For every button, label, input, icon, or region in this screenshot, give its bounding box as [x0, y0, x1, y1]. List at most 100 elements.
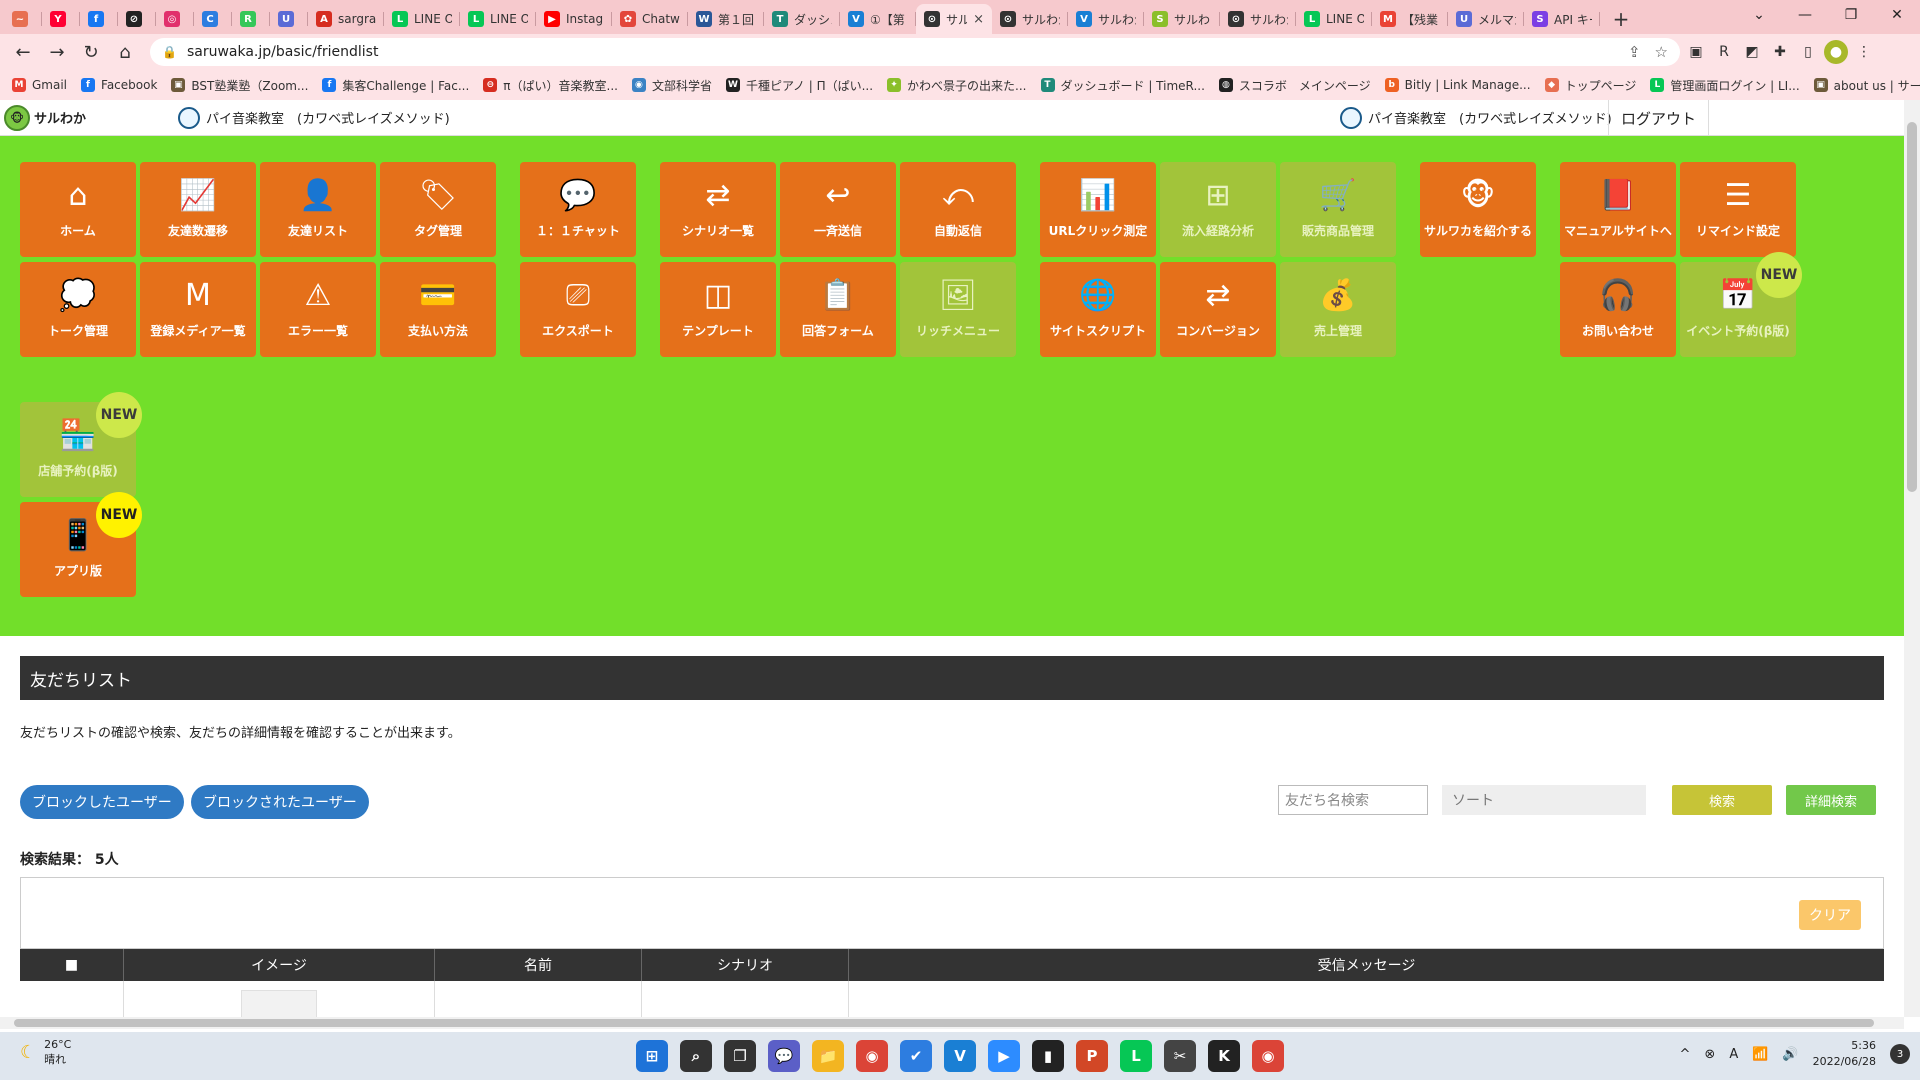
browser-tab[interactable]: M 【残業 [1372, 4, 1448, 34]
volume-icon[interactable]: 🔊 [1782, 1047, 1798, 1062]
extension-r-icon[interactable]: R [1712, 40, 1736, 64]
browser-tab[interactable]: U [270, 4, 308, 34]
friend-name-search-input[interactable]: 友だち名検索 [1278, 785, 1428, 815]
select-all-checkbox[interactable]: ■ [20, 949, 124, 981]
line-icon[interactable]: L [1120, 1040, 1152, 1072]
extension-icon[interactable]: ▣ [1684, 40, 1708, 64]
powerpoint-icon[interactable]: P [1076, 1040, 1108, 1072]
chrome-icon[interactable]: ◉ [856, 1040, 888, 1072]
profile-avatar-icon[interactable]: ● [1824, 40, 1848, 64]
menu-tile[interactable]: 📕 マニュアルサイトへ [1560, 162, 1676, 257]
browser-tab[interactable]: V サルわか [1068, 4, 1144, 34]
tab-close-icon[interactable]: × [973, 12, 984, 27]
bookmark-item[interactable]: L 管理画面ログイン | LI... [1650, 77, 1800, 94]
advanced-search-button[interactable]: 詳細検索 [1786, 785, 1876, 815]
extension-screen-icon[interactable]: ◩ [1740, 40, 1764, 64]
table-row[interactable] [20, 981, 1884, 1017]
search-icon[interactable]: ⌕ [680, 1040, 712, 1072]
browser-tab[interactable]: ▶ Instagr [536, 4, 612, 34]
menu-tile[interactable]: 🖼 リッチメニュー [900, 262, 1016, 357]
todo-icon[interactable]: ✔ [900, 1040, 932, 1072]
menu-tile[interactable]: ⇄ シナリオ一覧 [660, 162, 776, 257]
browser-tab[interactable]: Y [42, 4, 80, 34]
zoom-icon[interactable]: ▶ [988, 1040, 1020, 1072]
side-panel-icon[interactable]: ▯ [1796, 40, 1820, 64]
menu-tile[interactable]: 🏷 タグ管理 [380, 162, 496, 257]
browser-tab[interactable]: ◎ [156, 4, 194, 34]
weather-widget[interactable]: ☾ 26°C 晴れ [20, 1038, 71, 1067]
snipping-icon[interactable]: ✂ [1164, 1040, 1196, 1072]
browser-tab[interactable]: L LINE O [460, 4, 536, 34]
vertical-scrollbar[interactable] [1904, 100, 1920, 1017]
row-checkbox-cell[interactable] [20, 981, 124, 1017]
bookmark-item[interactable]: ▣ BST塾業塾（Zoom... [171, 77, 308, 94]
home-nav-icon[interactable]: ⌂ [110, 37, 140, 67]
search-button[interactable]: 検索 [1672, 785, 1772, 815]
menu-tile[interactable]: 👤 友達リスト [260, 162, 376, 257]
blocked-by-users-button[interactable]: ブロックされたユーザー [191, 785, 369, 819]
bookmark-item[interactable]: ⊖ π（ぱい）音楽教室... [483, 77, 618, 94]
scroll-thumb[interactable] [14, 1019, 1874, 1027]
bookmark-item[interactable]: ◉ 文部科学省 [631, 77, 712, 94]
menu-tile[interactable]: 📊 URLクリック測定 [1040, 162, 1156, 257]
browser-tab[interactable]: W 第１回 [688, 4, 764, 34]
bookmark-item[interactable]: ✦ かわべ景子の出来た... [887, 77, 1027, 94]
clock[interactable]: 5:36 2022/06/28 [1813, 1038, 1876, 1070]
browser-tab[interactable]: L LINE O [1296, 4, 1372, 34]
app-tray-icon[interactable]: ⊗ [1704, 1047, 1715, 1062]
menu-tile[interactable]: 📋 回答フォーム [780, 262, 896, 357]
bookmark-item[interactable]: f Facebook [81, 78, 157, 92]
menu-tile[interactable]: 🌐 サイトスクリプト [1040, 262, 1156, 357]
notification-count[interactable]: 3 [1890, 1044, 1910, 1064]
menu-tile[interactable]: ☰ リマインド設定 [1680, 162, 1796, 257]
bookmark-star-icon[interactable]: ☆ [1655, 43, 1668, 61]
back-icon[interactable]: ← [8, 37, 38, 67]
browser-tab[interactable]: S API キー [1524, 4, 1600, 34]
browser-tab[interactable]: ⊙ サル × [916, 4, 992, 34]
menu-tile[interactable]: ⌂ ホーム [20, 162, 136, 257]
close-window-icon[interactable]: ✕ [1874, 0, 1920, 30]
menu-tile[interactable]: M 登録メディア一覧 [140, 262, 256, 357]
menu-tile[interactable]: ⇄ コンバージョン [1160, 262, 1276, 357]
bookmark-item[interactable]: ▣ about us | サークル・... [1813, 77, 1920, 94]
menu-tile[interactable]: ◫ テンプレート [660, 262, 776, 357]
chrome-alt-icon[interactable]: ◉ [1252, 1040, 1284, 1072]
clear-button[interactable]: クリア [1799, 900, 1861, 930]
bookmark-item[interactable]: ◆ トップページ [1544, 77, 1636, 94]
blocked-users-button[interactable]: ブロックしたユーザー [20, 785, 184, 819]
menu-tile[interactable]: 🎧 お問い合わせ [1560, 262, 1676, 357]
scroll-thumb[interactable] [1907, 122, 1917, 492]
menu-tile[interactable]: ⎚ エクスポート [520, 262, 636, 357]
minimize-icon[interactable]: — [1782, 0, 1828, 30]
browser-tab[interactable]: V ①【第 [840, 4, 916, 34]
forward-icon[interactable]: → [42, 37, 72, 67]
browser-tab[interactable]: f [80, 4, 118, 34]
wifi-icon[interactable]: 📶 [1752, 1047, 1768, 1062]
new-tab-button[interactable]: + [1606, 4, 1636, 34]
browser-tab[interactable]: U メルマガ [1448, 4, 1524, 34]
kindle-icon[interactable]: K [1208, 1040, 1240, 1072]
menu-tile[interactable]: ↩ 一斉送信 [780, 162, 896, 257]
browser-tab[interactable]: ~ [4, 4, 42, 34]
site-logo[interactable]: 🐵 サルわか [4, 104, 86, 131]
menu-tile[interactable]: 📈 友達数遷移 [140, 162, 256, 257]
browser-tab[interactable]: T ダッシュ [764, 4, 840, 34]
menu-tile[interactable]: 💰 売上管理 [1280, 262, 1396, 357]
bookmark-item[interactable]: W 千種ピアノ | Π（ぱい... [725, 77, 873, 94]
browser-tab[interactable]: ✿ Chatw [612, 4, 688, 34]
browser-tab[interactable]: S サルわ [1144, 4, 1220, 34]
ime-icon[interactable]: A [1729, 1047, 1738, 1062]
menu-tile[interactable]: ⚠ エラー一覧 [260, 262, 376, 357]
bookmark-item[interactable]: M Gmail [12, 78, 67, 92]
menu-tile[interactable]: 💳 支払い方法 [380, 262, 496, 357]
windows-start-icon[interactable]: ⊞ [636, 1040, 668, 1072]
bookmark-item[interactable]: b Bitly | Link Manage... [1384, 78, 1531, 92]
menu-tile[interactable]: 💭 トーク管理 [20, 262, 136, 357]
teams-chat-icon[interactable]: 💬 [768, 1040, 800, 1072]
menu-tile[interactable]: 🛒 販売商品管理 [1280, 162, 1396, 257]
task-view-icon[interactable]: ❐ [724, 1040, 756, 1072]
reload-icon[interactable]: ↻ [76, 37, 106, 67]
menu-tile[interactable]: 🐵 サルワカを紹介する [1420, 162, 1536, 257]
maximize-icon[interactable]: ❐ [1828, 0, 1874, 30]
horizontal-scrollbar[interactable] [0, 1017, 1904, 1029]
